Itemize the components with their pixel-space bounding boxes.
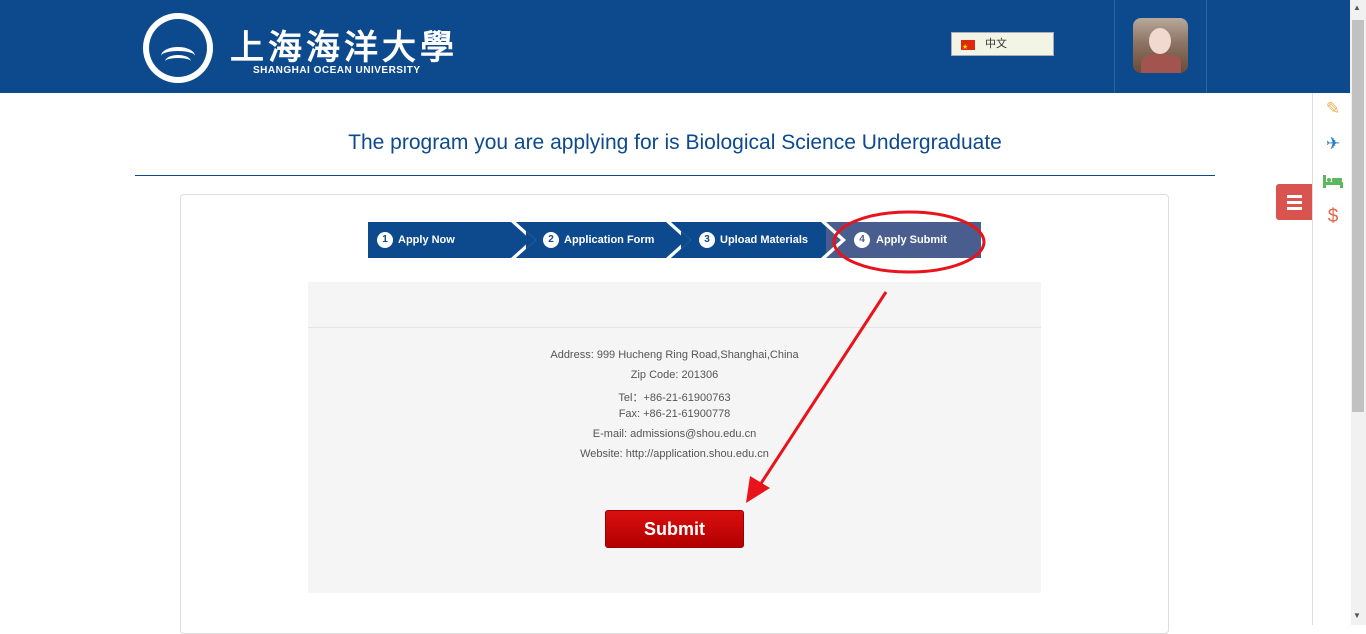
zip-code-text: Zip Code: 201306 (630, 369, 719, 381)
panel-divider (308, 327, 1041, 328)
fax-text: Fax: +86-21-61900778 (618, 408, 731, 420)
website-text: Website: http://application.shou.edu.cn (580, 448, 769, 460)
telephone-text: Tel：+86-21-61900763 (618, 392, 731, 404)
submit-button[interactable]: Submit (605, 510, 744, 548)
step-chevron (821, 222, 846, 258)
address-text: Address: 999 Hucheng Ring Road,Shanghai,… (550, 349, 799, 361)
email-text: E-mail: admissions@shou.edu.cn (592, 428, 757, 440)
